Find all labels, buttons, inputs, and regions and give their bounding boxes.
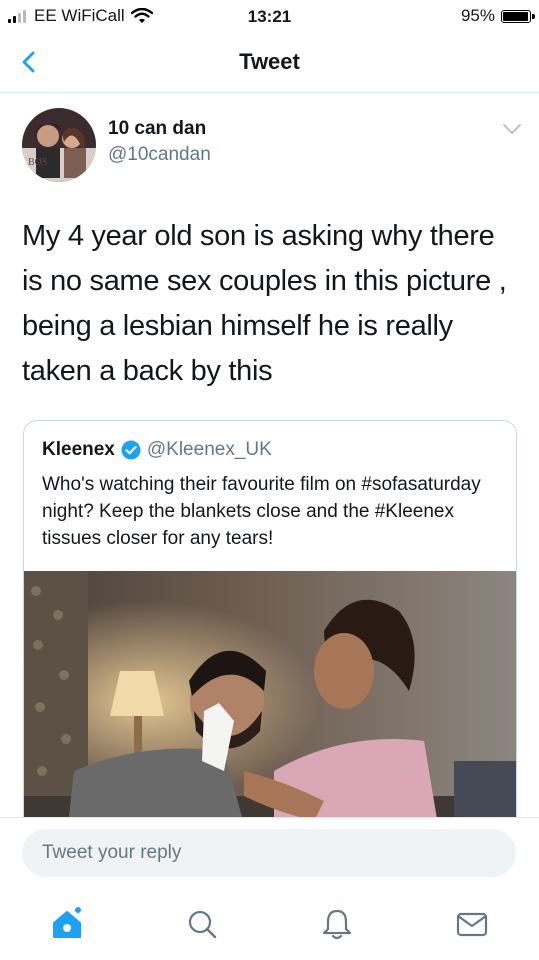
home-icon[interactable] [50,907,84,941]
reply-bar [0,817,539,888]
status-time: 13:21 [247,7,292,26]
messages-envelope-icon[interactable] [455,907,489,941]
page-title: Tweet [239,49,300,74]
notifications-bell-icon[interactable] [320,907,354,941]
avatar-text: BOS [28,157,47,168]
quoted-tweet-photo[interactable] [24,571,516,852]
battery-icon [501,9,535,23]
quoted-tweet-header: Kleenex @Kleenex_UK [42,439,272,461]
quoted-tweet-text: Who's watching their favourite film on #… [42,474,481,549]
battery-percent: 95% [460,6,495,25]
search-icon[interactable] [185,907,219,941]
verified-badge-icon [121,440,141,460]
chevron-down-icon[interactable] [502,122,522,136]
tweet-text: My 4 year old son is asking why there is… [22,220,507,387]
reply-input[interactable] [22,829,516,877]
avatar[interactable]: BOS [22,108,96,182]
status-right: 95% [460,6,535,26]
tab-bar [0,887,539,960]
quoted-author-name: Kleenex [42,439,115,460]
quoted-author-handle: @Kleenex_UK [146,439,272,460]
tweet-header: BOS 10 can dan @10candan [22,108,522,188]
quoted-tweet[interactable]: Kleenex @Kleenex_UK Who's watching their… [23,420,517,852]
author-handle[interactable]: @10candan [108,144,211,166]
nav-bar: Tweet [0,34,539,93]
author-name[interactable]: 10 can dan [108,118,206,140]
status-bar: EE WiFiCall 13:21 95% [0,0,539,34]
notification-dot [75,907,81,913]
